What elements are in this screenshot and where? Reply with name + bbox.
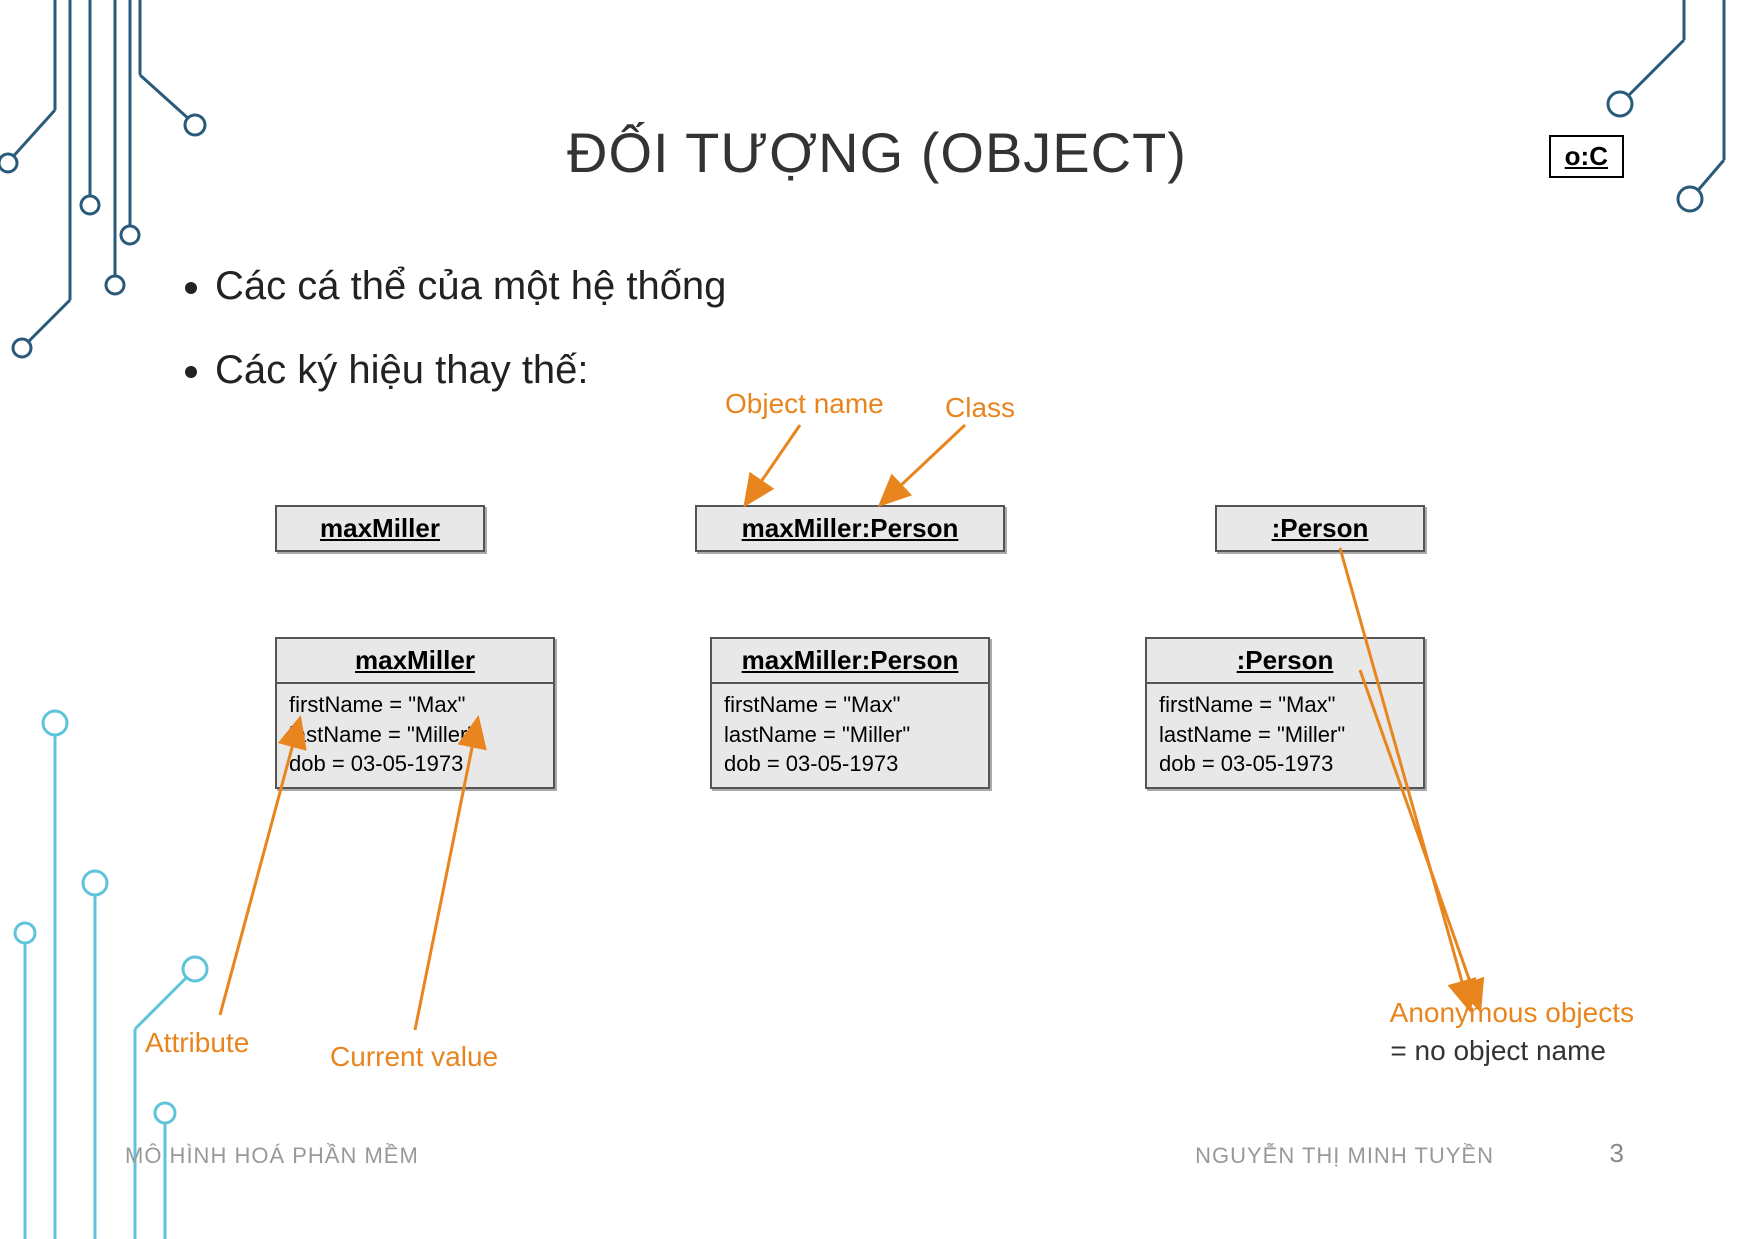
uml-object-box: maxMiller firstName = "Max" lastName = "… bbox=[275, 637, 555, 789]
label-anonymous-note: = no object name bbox=[1390, 1035, 1606, 1067]
uml-attr: dob = 03-05-1973 bbox=[289, 749, 541, 779]
diagram-row-1: maxMiller maxMiller:Person :Person bbox=[275, 505, 1425, 552]
footer-left: MÔ HÌNH HOÁ PHẦN MỀM bbox=[125, 1143, 419, 1169]
uml-diagram: maxMiller maxMiller:Person :Person maxMi… bbox=[275, 505, 1425, 789]
slide-title: ĐỐI TƯỢNG (OBJECT) bbox=[0, 120, 1754, 185]
label-anonymous-objects: Anonymous objects bbox=[1390, 997, 1634, 1029]
uml-object-box: :Person bbox=[1215, 505, 1425, 552]
uml-attr: lastName = "Miller" bbox=[289, 720, 541, 750]
uml-object-attrs: firstName = "Max" lastName = "Miller" do… bbox=[277, 682, 553, 787]
label-current-value: Current value bbox=[330, 1041, 498, 1073]
footer-author: NGUYỄN THỊ MINH TUYỀN bbox=[1195, 1143, 1494, 1169]
bullet-item: Các ký hiệu thay thế: bbox=[215, 344, 726, 396]
uml-object-name: maxMiller bbox=[277, 507, 483, 550]
page-number: 3 bbox=[1610, 1138, 1624, 1169]
uml-object-attrs: firstName = "Max" lastName = "Miller" do… bbox=[712, 682, 988, 787]
label-attribute: Attribute bbox=[145, 1027, 249, 1059]
uml-attr: dob = 03-05-1973 bbox=[724, 749, 976, 779]
uml-attr: lastName = "Miller" bbox=[724, 720, 976, 750]
uml-attr: firstName = "Max" bbox=[289, 690, 541, 720]
diagram-row-2: maxMiller firstName = "Max" lastName = "… bbox=[275, 637, 1425, 789]
uml-object-box: :Person firstName = "Max" lastName = "Mi… bbox=[1145, 637, 1425, 789]
uml-object-box: maxMiller:Person bbox=[695, 505, 1005, 552]
uml-object-box: maxMiller:Person firstName = "Max" lastN… bbox=[710, 637, 990, 789]
uml-object-name: maxMiller:Person bbox=[712, 639, 988, 682]
uml-object-name: maxMiller bbox=[277, 639, 553, 682]
bullet-item: Các cá thể của một hệ thống bbox=[215, 260, 726, 312]
label-class: Class bbox=[945, 392, 1015, 424]
uml-attr: lastName = "Miller" bbox=[1159, 720, 1411, 750]
label-object-name: Object name bbox=[725, 388, 884, 420]
bullet-list: Các cá thể của một hệ thống Các ký hiệu … bbox=[185, 260, 726, 428]
uml-object-name: :Person bbox=[1217, 507, 1423, 550]
uml-object-box: maxMiller bbox=[275, 505, 485, 552]
uml-object-name: maxMiller:Person bbox=[697, 507, 1003, 550]
uml-attr: firstName = "Max" bbox=[724, 690, 976, 720]
uml-object-name: :Person bbox=[1147, 639, 1423, 682]
uml-object-attrs: firstName = "Max" lastName = "Miller" do… bbox=[1147, 682, 1423, 787]
uml-attr: dob = 03-05-1973 bbox=[1159, 749, 1411, 779]
uml-attr: firstName = "Max" bbox=[1159, 690, 1411, 720]
notation-box: o:C bbox=[1549, 135, 1624, 178]
